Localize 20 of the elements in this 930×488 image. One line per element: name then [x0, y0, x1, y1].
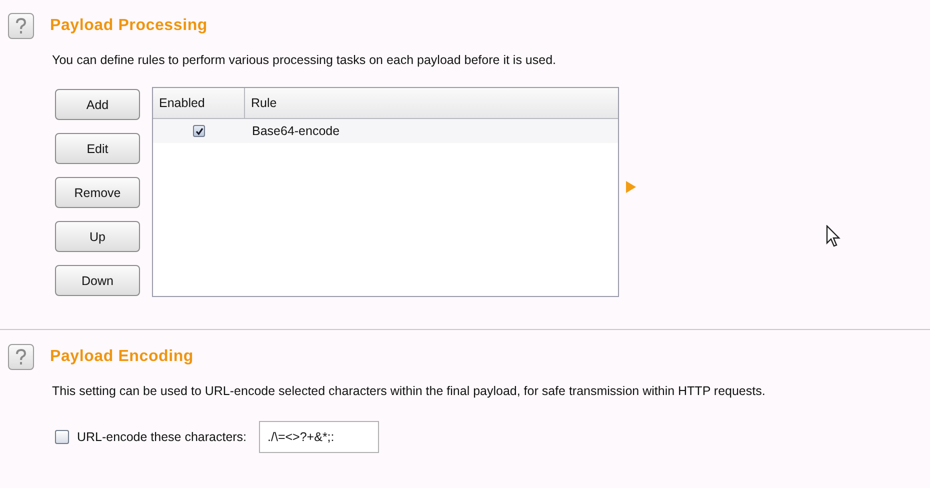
rule-button[interactable]: Add: [55, 89, 140, 120]
rule-button[interactable]: Edit: [55, 133, 140, 164]
rule-button[interactable]: Remove: [55, 177, 140, 208]
column-header[interactable]: Enabled: [153, 88, 245, 118]
help-icon[interactable]: [8, 13, 34, 39]
enabled-checkbox[interactable]: [193, 125, 205, 137]
column-header[interactable]: Rule: [245, 88, 277, 118]
expand-arrow-icon[interactable]: [626, 181, 636, 193]
characters-field[interactable]: ./\=<>?+&*;:: [258, 421, 379, 453]
checkbox-label: URL-encode these characters:: [77, 430, 247, 444]
help-icon[interactable]: [8, 344, 34, 370]
rule-button[interactable]: Down: [55, 265, 140, 296]
table-cell-text: Base64-encode: [251, 123, 340, 140]
rule-button[interactable]: Up: [55, 221, 140, 252]
section-title: Payload Encoding: [50, 348, 194, 366]
section-description: You can define rules to perform various processing tasks on each payload before it is used.: [52, 53, 557, 67]
url-encode-checkbox[interactable]: [55, 430, 69, 444]
section-description: This setting can be used to URL-encode selected characters within the final payload, for safe transmission within HTTP requests.: [52, 384, 766, 398]
mouse-cursor-icon: [826, 225, 842, 249]
section-title: Payload Processing: [50, 17, 208, 35]
